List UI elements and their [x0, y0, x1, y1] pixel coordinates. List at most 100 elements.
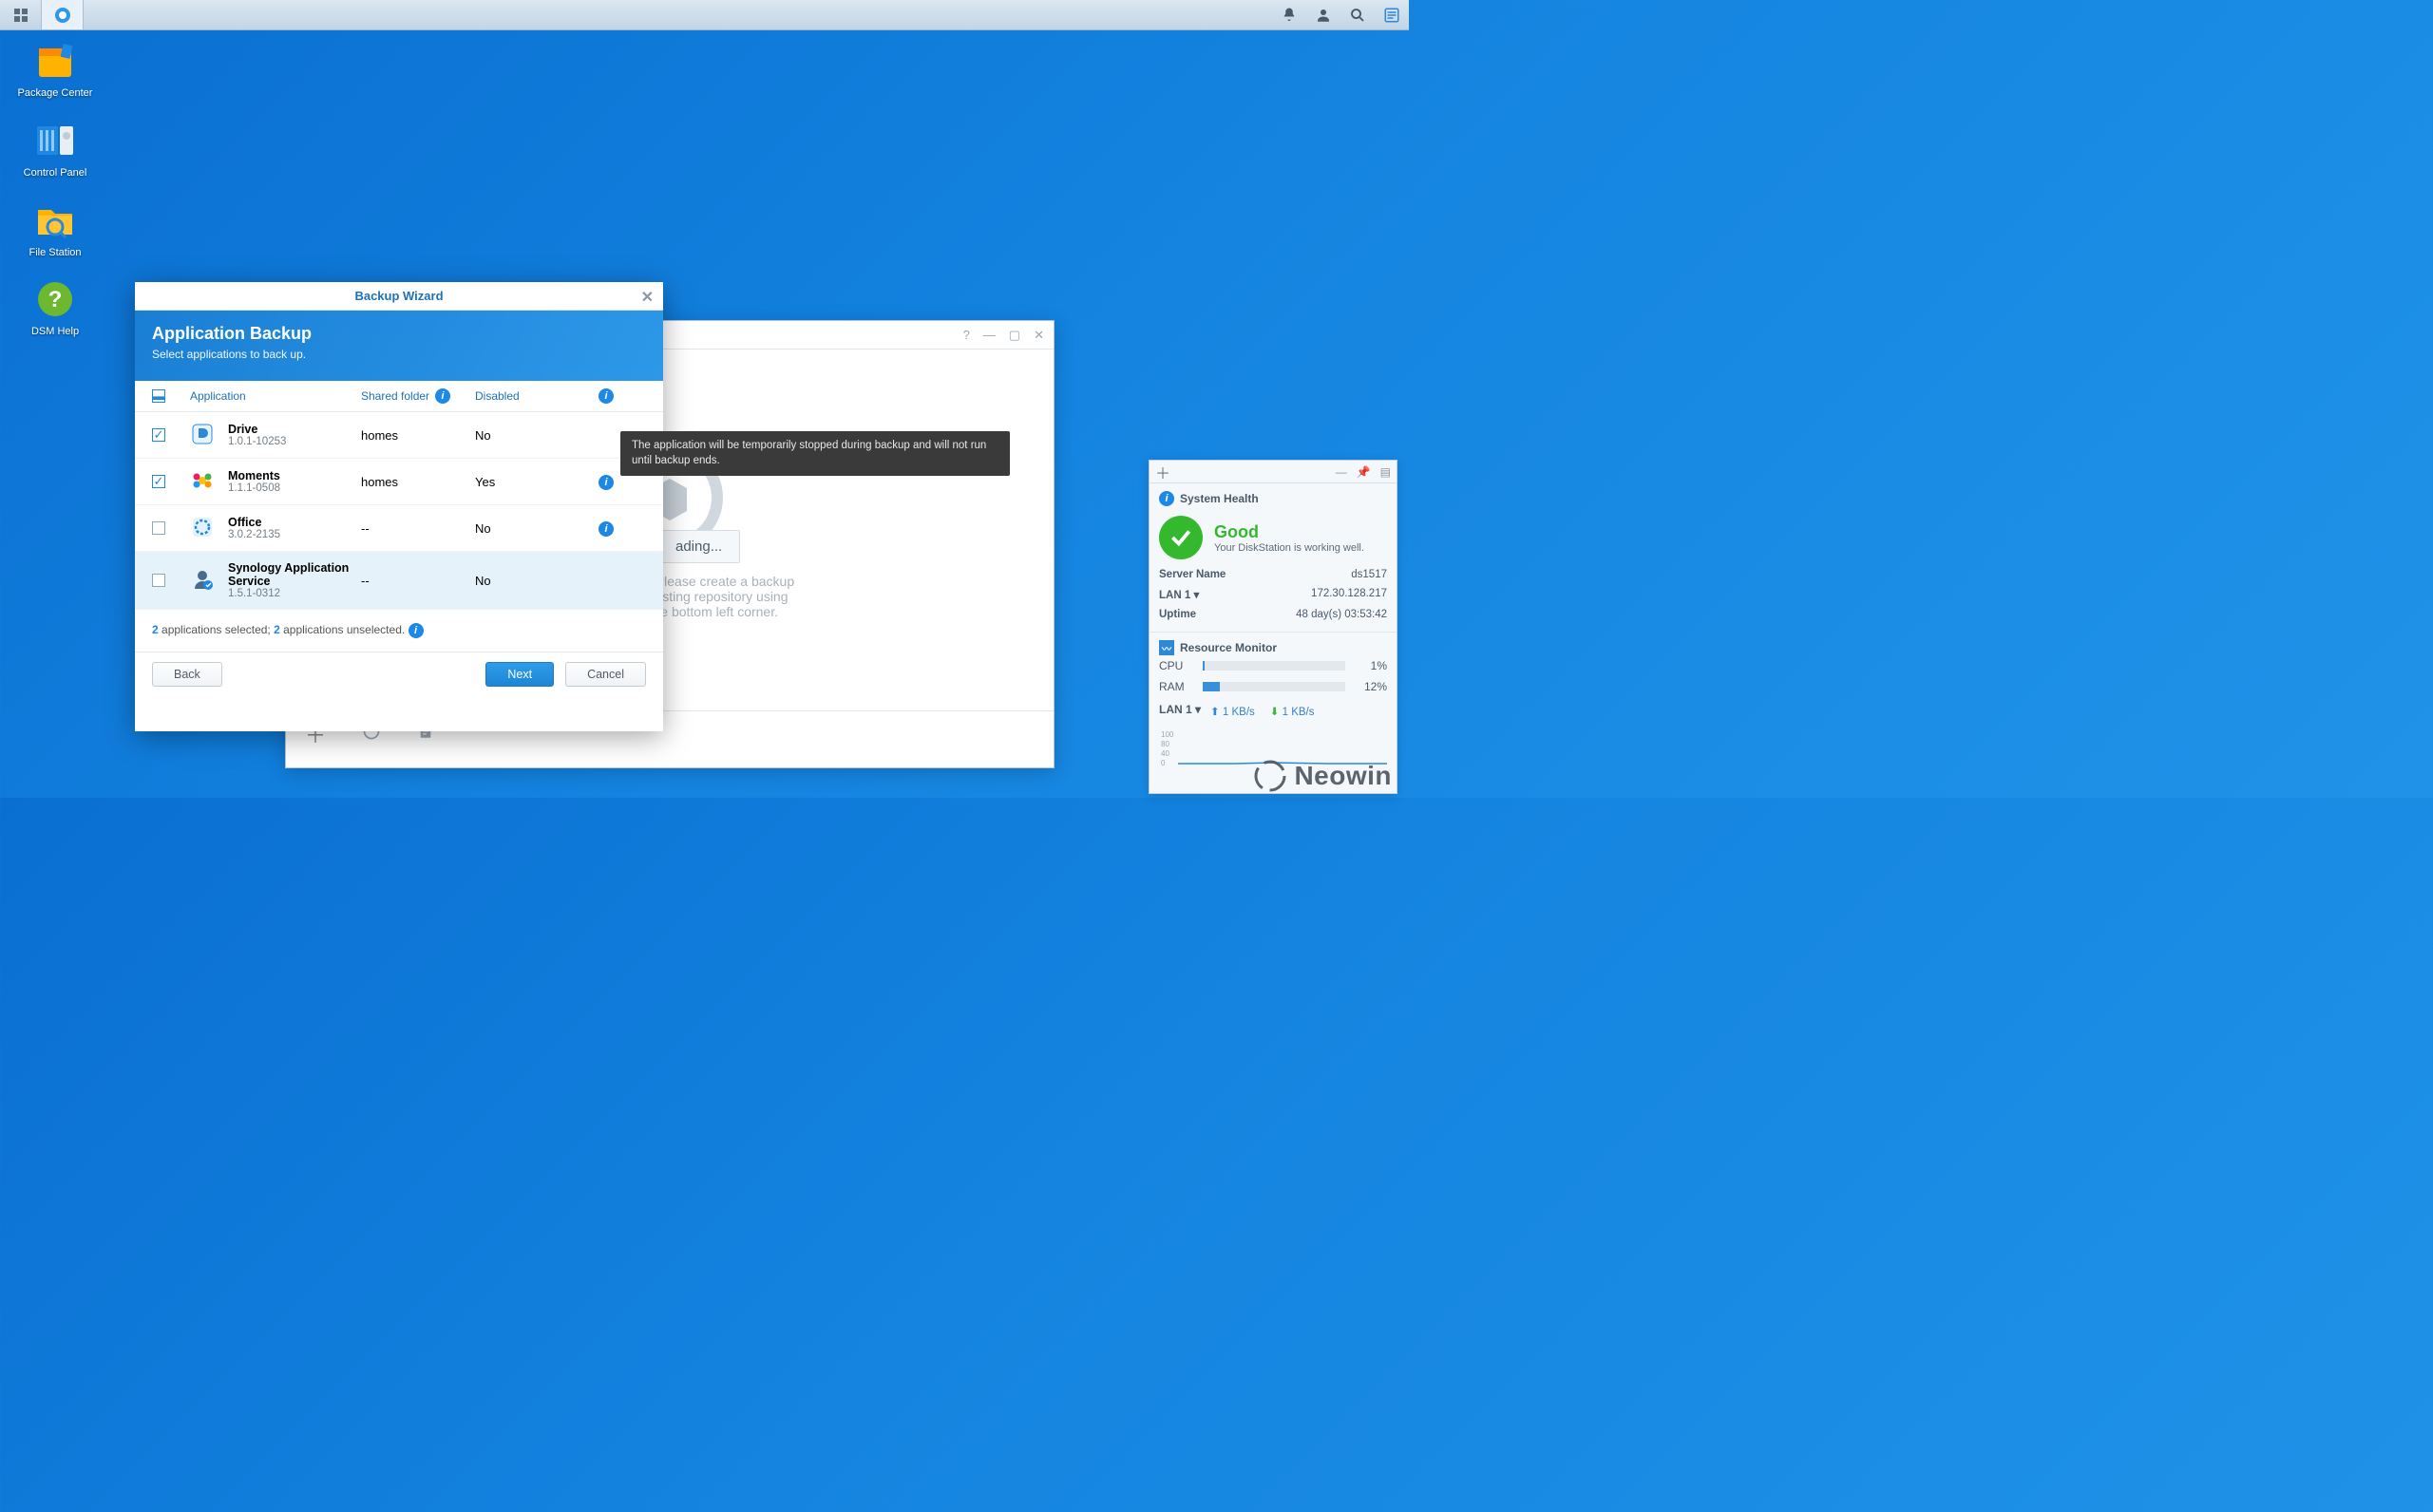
col-disabled[interactable]: Disabled — [475, 389, 599, 403]
wizard-title: Backup Wizard — [354, 289, 443, 303]
info-icon[interactable]: i — [435, 388, 450, 404]
moments-icon — [190, 468, 217, 495]
row-checkbox[interactable]: ✓ — [152, 428, 165, 442]
select-all-checkbox[interactable]: ▬ — [152, 389, 165, 403]
app-row[interactable]: Synology Application Service1.5.1-0312--… — [135, 552, 663, 610]
info-icon[interactable]: i — [599, 521, 614, 537]
widget-dock-icon[interactable]: ▤ — [1380, 465, 1391, 479]
svg-text:?: ? — [48, 287, 63, 312]
wizard-table-header: ▬ Application Shared folder i Disabled i — [135, 381, 663, 412]
app-version: 1.0.1-10253 — [228, 436, 361, 447]
app-name: Drive — [228, 423, 361, 436]
disabled-value: No — [475, 521, 599, 536]
neowin-logo-icon — [1254, 760, 1286, 792]
shared-folder-value: -- — [361, 574, 475, 588]
office-icon — [190, 515, 217, 541]
wizard-hero-subtitle: Select applications to back up. — [152, 348, 646, 361]
app-name: Moments — [228, 469, 361, 482]
resource-monitor-title: Resource Monitor — [1180, 641, 1277, 654]
info-icon[interactable]: i — [599, 475, 614, 490]
running-app-button[interactable] — [42, 0, 84, 29]
cancel-button[interactable]: Cancel — [565, 662, 646, 687]
desktop-icon-label: Control Panel — [24, 167, 87, 180]
tooltip: The application will be temporarily stop… — [620, 431, 1010, 476]
wizard-hero: Application Backup Select applications t… — [135, 311, 663, 381]
dsm-help-icon: ? — [32, 276, 78, 322]
window-controls: ? — ▢ ✕ — [963, 328, 1044, 343]
info-icon: i — [1159, 491, 1174, 506]
close-icon[interactable]: ✕ — [641, 288, 654, 307]
widget-add-icon[interactable]: ＋ — [1155, 461, 1170, 483]
app-row[interactable]: ✓ Moments1.1.1-0508homesYesi — [135, 459, 663, 505]
chevron-down-icon[interactable]: ▾ — [1195, 703, 1201, 716]
info-icon[interactable]: i — [599, 388, 614, 404]
desktop-icons: Package Center Control Panel File Statio… — [13, 38, 97, 339]
net-down: ⬇ 1 KB/s — [1270, 705, 1315, 718]
desktop-icon-file-station[interactable]: File Station — [13, 198, 97, 260]
col-application[interactable]: Application — [190, 389, 361, 403]
wizard-footer: Back Next Cancel — [135, 652, 663, 695]
cpu-bar — [1203, 661, 1345, 671]
desktop-icon-control-panel[interactable]: Control Panel — [13, 118, 97, 180]
health-desc: Your DiskStation is working well. — [1214, 542, 1364, 554]
svg-text:80: 80 — [1161, 740, 1169, 748]
app-name: Office — [228, 516, 361, 529]
watermark: Neowin — [1254, 760, 1392, 792]
top-bar — [0, 0, 1409, 30]
wizard-selection-status: 2 applications selected; 2 applications … — [135, 610, 663, 652]
widget-panel: ＋ — 📌 ▤ i System Health Good Your DiskSta… — [1149, 460, 1397, 794]
ram-bar — [1203, 682, 1345, 691]
show-desktop-button[interactable] — [0, 0, 42, 29]
control-panel-icon — [32, 118, 78, 163]
backup-wizard-dialog: Backup Wizard ✕ Application Backup Selec… — [135, 282, 663, 731]
user-icon[interactable] — [1314, 6, 1333, 25]
system-health-title: System Health — [1180, 492, 1259, 505]
app-version: 1.1.1-0508 — [228, 482, 361, 494]
app-version: 3.0.2-2135 — [228, 529, 361, 540]
disabled-value: Yes — [475, 475, 599, 489]
chevron-down-icon[interactable]: ▾ — [1193, 590, 1199, 601]
next-button[interactable]: Next — [485, 662, 554, 687]
lan-ip: 172.30.128.217 — [1311, 588, 1387, 601]
desktop-icon-package-center[interactable]: Package Center — [13, 38, 97, 101]
net-up: ⬆ 1 KB/s — [1210, 705, 1255, 718]
wizard-titlebar[interactable]: Backup Wizard ✕ — [135, 282, 663, 311]
widget-minimize-icon[interactable]: — — [1336, 465, 1347, 479]
health-check-icon — [1159, 516, 1203, 559]
info-icon[interactable]: i — [409, 623, 424, 638]
row-checkbox[interactable] — [152, 574, 165, 587]
uptime: 48 day(s) 03:53:42 — [1296, 609, 1387, 620]
drive-icon — [190, 422, 217, 448]
health-status: Good — [1214, 522, 1364, 542]
app-row[interactable]: ✓ Drive1.0.1-10253homesNo — [135, 412, 663, 459]
app-row[interactable]: Office3.0.2-2135--Noi — [135, 505, 663, 552]
wizard-hero-title: Application Backup — [152, 324, 646, 344]
shared-folder-value: homes — [361, 475, 475, 489]
search-icon[interactable] — [1348, 6, 1367, 25]
package-center-icon — [32, 38, 78, 84]
app-name: Synology Application Service — [228, 561, 361, 588]
maximize-icon[interactable]: ▢ — [1009, 328, 1020, 343]
file-station-icon — [32, 198, 78, 243]
minimize-icon[interactable]: — — [983, 328, 996, 343]
disabled-value: No — [475, 428, 599, 443]
col-shared-folder[interactable]: Shared folder — [361, 389, 429, 403]
widget-pin-icon[interactable]: 📌 — [1357, 465, 1371, 479]
shared-folder-value: homes — [361, 428, 475, 443]
cpu-value: 1% — [1355, 659, 1387, 672]
row-checkbox[interactable]: ✓ — [152, 475, 165, 488]
desktop-icon-dsm-help[interactable]: ? DSM Help — [13, 276, 97, 339]
loading-label: ading... — [657, 530, 740, 563]
svg-text:0: 0 — [1161, 759, 1166, 765]
desktop-icon-label: File Station — [29, 247, 81, 260]
widgets-icon[interactable] — [1382, 6, 1401, 25]
shared-folder-value: -- — [361, 521, 475, 536]
help-icon[interactable]: ? — [963, 328, 970, 343]
notifications-icon[interactable] — [1280, 6, 1299, 25]
close-icon[interactable]: ✕ — [1034, 328, 1044, 343]
back-button[interactable]: Back — [152, 662, 222, 687]
svg-text:100: 100 — [1161, 730, 1174, 739]
desktop-icon-label: DSM Help — [31, 326, 79, 339]
row-checkbox[interactable] — [152, 521, 165, 535]
sas-icon — [190, 567, 217, 594]
